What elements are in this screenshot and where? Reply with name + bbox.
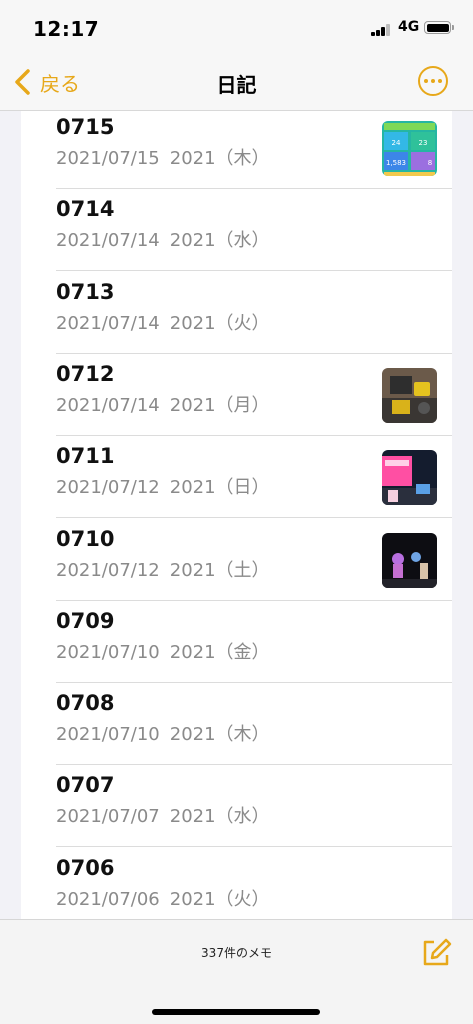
thumb-value: 23 bbox=[419, 139, 428, 147]
note-row[interactable]: 0712 2021/07/14 2021（月） bbox=[21, 354, 452, 436]
note-preview: 2021（木） bbox=[169, 148, 270, 169]
note-thumbnail bbox=[382, 450, 437, 506]
note-date: 2021/07/14 bbox=[56, 312, 160, 334]
note-subtitle: 2021/07/07 2021（水） bbox=[56, 802, 270, 828]
note-date: 2021/07/10 bbox=[56, 641, 160, 663]
note-subtitle: 2021/07/12 2021（日） bbox=[56, 473, 270, 499]
note-title: 0711 bbox=[56, 444, 115, 469]
note-row[interactable]: 0706 2021/07/06 2021（火） bbox=[21, 848, 452, 919]
note-title: 0713 bbox=[56, 279, 115, 304]
cellular-signal-icon bbox=[371, 24, 393, 36]
note-title: 0715 bbox=[56, 115, 115, 139]
note-subtitle: 2021/07/06 2021（火） bbox=[56, 885, 270, 911]
note-preview: 2021（金） bbox=[169, 641, 270, 663]
note-thumbnail bbox=[382, 532, 437, 588]
note-date: 2021/07/07 bbox=[56, 806, 160, 828]
note-title: 0709 bbox=[56, 608, 115, 633]
note-title: 0706 bbox=[56, 855, 115, 880]
note-title: 0707 bbox=[56, 773, 115, 798]
status-time: 12:17 bbox=[33, 17, 100, 41]
note-thumbnail: 24 23 1,583 8 bbox=[382, 121, 437, 176]
note-row[interactable]: 0711 2021/07/12 2021（日） bbox=[21, 436, 452, 519]
note-subtitle: 2021/07/12 2021（土） bbox=[56, 556, 270, 582]
note-title: 0710 bbox=[56, 526, 115, 551]
note-row[interactable]: 0710 2021/07/12 2021（土） bbox=[21, 519, 452, 601]
note-row[interactable]: 0713 2021/07/14 2021（火） bbox=[21, 272, 452, 354]
note-thumbnail bbox=[382, 367, 437, 423]
battery-icon bbox=[424, 21, 454, 34]
note-subtitle: 2021/07/10 2021（木） bbox=[56, 720, 270, 746]
note-row[interactable]: 0714 2021/07/14 2021（水） bbox=[21, 189, 452, 272]
bottom-toolbar: 337件のメモ bbox=[0, 919, 473, 1024]
note-preview: 2021（月） bbox=[169, 394, 270, 416]
note-preview: 2021（水） bbox=[169, 230, 270, 252]
note-date: 2021/07/15 bbox=[56, 148, 160, 169]
note-subtitle: 2021/07/14 2021（火） bbox=[56, 309, 270, 335]
compose-icon[interactable] bbox=[419, 936, 453, 970]
home-indicator bbox=[152, 1009, 320, 1015]
note-subtitle: 2021/07/14 2021（水） bbox=[56, 226, 270, 252]
note-date: 2021/07/14 bbox=[56, 394, 160, 416]
more-button[interactable] bbox=[418, 66, 448, 96]
note-date: 2021/07/12 bbox=[56, 559, 160, 581]
note-row[interactable]: 0708 2021/07/10 2021（木） bbox=[21, 683, 452, 766]
note-date: 2021/07/10 bbox=[56, 724, 160, 746]
page-title: 日記 bbox=[216, 73, 257, 97]
status-bar: 12:17 4G bbox=[0, 0, 473, 56]
note-preview: 2021（日） bbox=[169, 477, 270, 499]
note-date: 2021/07/06 bbox=[56, 888, 160, 910]
note-date: 2021/07/14 bbox=[56, 230, 160, 252]
note-date: 2021/07/12 bbox=[56, 477, 160, 499]
note-preview: 2021（土） bbox=[169, 559, 270, 581]
thumb-value: 8 bbox=[428, 159, 432, 167]
note-title: 0712 bbox=[56, 361, 115, 386]
note-title: 0714 bbox=[56, 197, 115, 222]
notes-list: 0715 2021/07/15 2021（木） 24 23 1,583 8 0714 2021/… bbox=[21, 111, 452, 919]
note-count: 337件のメモ bbox=[201, 946, 272, 960]
thumb-value: 24 bbox=[392, 139, 401, 147]
network-type: 4G bbox=[398, 19, 420, 35]
note-preview: 2021（火） bbox=[169, 312, 270, 334]
note-preview: 2021（木） bbox=[169, 724, 270, 746]
note-preview: 2021（水） bbox=[169, 806, 270, 828]
note-subtitle: 2021/07/15 2021（木） bbox=[56, 144, 270, 170]
ellipsis-circle-icon bbox=[424, 79, 428, 83]
note-title: 0708 bbox=[56, 691, 115, 716]
note-preview: 2021（火） bbox=[169, 888, 270, 910]
note-row[interactable]: 0707 2021/07/07 2021（水） bbox=[21, 765, 452, 848]
note-subtitle: 2021/07/10 2021（金） bbox=[56, 638, 270, 664]
note-row[interactable]: 0715 2021/07/15 2021（木） 24 23 1,583 8 bbox=[21, 111, 452, 189]
navigation-bar: 戻る 日記 bbox=[0, 56, 473, 111]
note-subtitle: 2021/07/14 2021（月） bbox=[56, 391, 270, 417]
note-row[interactable]: 0709 2021/07/10 2021（金） bbox=[21, 601, 452, 683]
thumb-value: 1,583 bbox=[386, 159, 406, 167]
